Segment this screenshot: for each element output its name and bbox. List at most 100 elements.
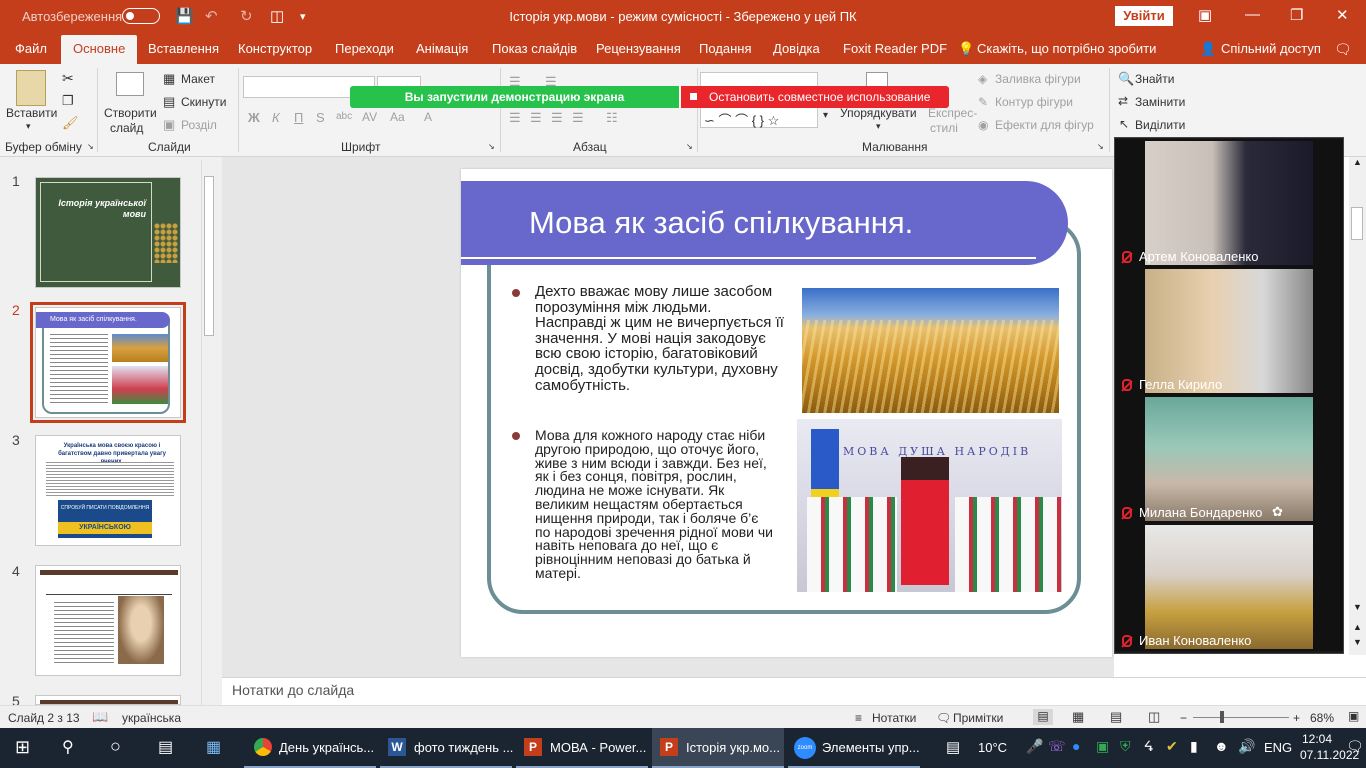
shapes-more-icon[interactable]: ▾	[823, 110, 828, 121]
drawing-launcher-icon[interactable]: ↘	[1097, 142, 1104, 151]
quick-styles-button-line2[interactable]: стилі	[930, 121, 958, 135]
paragraph-launcher-icon[interactable]: ↘	[686, 142, 693, 151]
language-indicator[interactable]: українська	[122, 711, 181, 725]
strikethrough-button[interactable]: S	[316, 110, 325, 125]
notes-toggle-button[interactable]: Нотатки	[872, 711, 916, 725]
shape-outline-button[interactable]: Контур фігури	[995, 95, 1073, 109]
tab-slideshow[interactable]: Показ слайдів	[492, 41, 577, 56]
tray-app-icon[interactable]: ▣	[1096, 738, 1109, 755]
taskbar-app-chrome[interactable]: День українсь...	[244, 728, 376, 768]
slide-scroll-thumb[interactable]	[1351, 207, 1363, 240]
zoom-slider-handle[interactable]	[1220, 711, 1224, 723]
cut-icon[interactable]: ✂	[62, 70, 74, 87]
spellcheck-icon[interactable]: 📖	[92, 709, 108, 725]
comments-icon[interactable]: 🗨	[1334, 41, 1352, 58]
thumbnail-slide-2[interactable]: Мова як засіб спілкування.	[30, 302, 186, 423]
calculator-icon[interactable]: ▦	[206, 737, 221, 757]
video-tile[interactable]: Артем Коноваленко	[1115, 139, 1343, 267]
underline-button[interactable]: П	[294, 110, 303, 125]
tab-transitions[interactable]: Переходи	[335, 41, 394, 56]
task-view-icon[interactable]: ▤	[158, 737, 173, 757]
justify-icon[interactable]: ☰	[572, 110, 584, 126]
video-tile[interactable]: Иван Коноваленко	[1115, 523, 1343, 651]
section-button[interactable]: Розділ	[181, 118, 217, 132]
shape-effects-button[interactable]: Ефекти для фігур	[995, 118, 1094, 132]
zoom-slider[interactable]	[1193, 717, 1289, 718]
bluetooth-icon[interactable]: ᖧ	[1144, 738, 1153, 755]
slide-2[interactable]: Мова як засіб спілкування. Дехто вважає …	[461, 169, 1112, 657]
arrange-dropdown-icon[interactable]: ▾	[876, 121, 881, 132]
minimize-icon[interactable]: —	[1245, 6, 1260, 23]
tab-file[interactable]: Файл	[15, 41, 47, 56]
char-spacing-2-icon[interactable]: AV	[362, 110, 377, 124]
scroll-up-icon[interactable]: ▲	[1353, 157, 1362, 167]
format-painter-icon[interactable]: 🖌	[62, 115, 79, 131]
slide-scrollbar[interactable]: ▲ ▼ ▲ ▼	[1349, 157, 1366, 655]
tab-insert[interactable]: Вставлення	[148, 41, 219, 56]
reading-view-icon[interactable]: ▤	[1110, 709, 1122, 725]
tab-review[interactable]: Рецензування	[596, 41, 681, 56]
microphone-icon[interactable]: 🎤	[1026, 738, 1043, 755]
volume-icon[interactable]: 🔊	[1238, 738, 1255, 755]
comments-toggle-button[interactable]: Примітки	[953, 711, 1003, 725]
shape-fill-button[interactable]: Заливка фігури	[995, 72, 1081, 86]
align-right-icon[interactable]: ☰	[551, 110, 563, 126]
slide-title[interactable]: Мова як засіб спілкування.	[461, 181, 1068, 265]
replace-button[interactable]: Замінити	[1135, 95, 1185, 109]
slide-paragraph-2[interactable]: Мова для кожного народу стає ніби другою…	[535, 428, 775, 581]
paste-dropdown-icon[interactable]: ▾	[26, 121, 31, 132]
columns-icon[interactable]: ☷	[606, 110, 618, 126]
normal-view-icon[interactable]: ▤	[1033, 709, 1053, 725]
reset-button[interactable]: Скинути	[181, 95, 226, 109]
paste-button[interactable]: Вставити	[6, 106, 57, 120]
norton-icon[interactable]: ✔	[1166, 738, 1178, 755]
clipboard-launcher-icon[interactable]: ↘	[87, 142, 94, 151]
thumbnails-scroll-thumb[interactable]	[204, 176, 214, 336]
next-slide-icon[interactable]: ▼	[1353, 637, 1362, 647]
sign-in-button[interactable]: Увійти	[1115, 6, 1173, 26]
layout-button[interactable]: Макет	[181, 72, 215, 86]
tab-view[interactable]: Подання	[699, 41, 752, 56]
windows-start-icon[interactable]: ⊞	[15, 737, 30, 758]
fit-slide-icon[interactable]: ▣	[1348, 709, 1359, 723]
viber-icon[interactable]: ☏	[1048, 738, 1066, 755]
clock-time[interactable]: 12:04	[1302, 732, 1332, 746]
thumbnail-slide-4[interactable]	[35, 565, 181, 676]
tab-home[interactable]: Основне	[61, 35, 138, 64]
find-button[interactable]: Знайти	[1135, 72, 1174, 86]
new-slide-button-line2[interactable]: слайд	[110, 121, 143, 135]
weather-icon[interactable]: ▤	[946, 738, 960, 756]
align-center-icon[interactable]: ☰	[530, 110, 542, 126]
share-button[interactable]: Спільний доступ	[1221, 41, 1321, 56]
tab-animations[interactable]: Анімація	[416, 41, 468, 56]
font-launcher-icon[interactable]: ↘	[488, 142, 495, 151]
tab-foxit[interactable]: Foxit Reader PDF	[843, 41, 947, 56]
thumbnails-scrollbar[interactable]	[201, 160, 216, 705]
singers-photo[interactable]: МОВА ДУША НАРОДІВ	[797, 419, 1062, 592]
shape-curve-icon[interactable]: ∽ ⌒ ⌒ { } ☆	[704, 110, 779, 129]
shield-icon[interactable]: ⛨	[1120, 738, 1131, 755]
arrange-button[interactable]: Упорядкувати	[840, 106, 917, 120]
notifications-icon[interactable]: 🗨	[1346, 738, 1364, 755]
prev-slide-icon[interactable]: ▲	[1353, 622, 1362, 632]
select-button[interactable]: Виділити	[1135, 118, 1185, 132]
zoom-out-icon[interactable]: −	[1180, 711, 1187, 725]
slide-paragraph-1[interactable]: Дехто вважає мову лише засобом порозумін…	[535, 284, 785, 393]
paste-icon[interactable]	[16, 70, 46, 106]
zoom-level[interactable]: 68%	[1310, 711, 1334, 725]
thumbnail-slide-3[interactable]: Українська мова своєю красою і багатство…	[35, 435, 181, 546]
new-slide-button[interactable]: Створити	[104, 106, 157, 120]
thumbnail-slide-5[interactable]	[35, 695, 181, 705]
video-tile[interactable]: Гелла Кирило	[1115, 267, 1343, 395]
cortana-icon[interactable]: ○	[110, 736, 121, 757]
tab-help[interactable]: Довідка	[773, 41, 820, 56]
bold-button[interactable]: Ж	[248, 110, 260, 125]
thumbnail-slide-1[interactable]: Історія української мови	[35, 177, 181, 288]
video-tile[interactable]: Милана Бондаренко ✿	[1115, 395, 1343, 523]
copy-icon[interactable]: ❐	[62, 93, 74, 109]
font-color-icon[interactable]: A	[424, 110, 432, 124]
battery-icon[interactable]: ▮	[1190, 738, 1198, 755]
taskbar-app-powerpoint-2[interactable]: P Історія укр.мо...	[652, 728, 784, 768]
stop-share-button[interactable]: Остановить совместное использование	[681, 86, 949, 108]
slideshow-view-icon[interactable]: ◫	[1148, 709, 1160, 725]
